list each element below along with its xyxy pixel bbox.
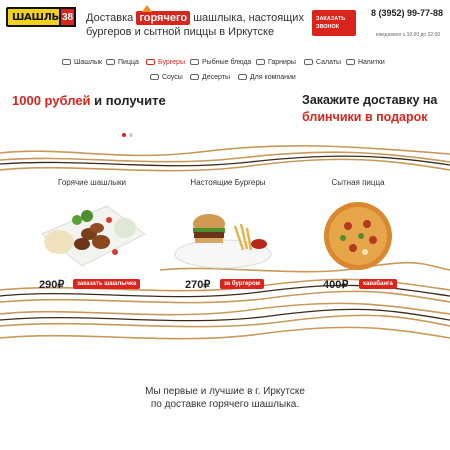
nav-item-burgers[interactable]: Бургеры: [146, 56, 185, 68]
logo[interactable]: ШАШЛЫК 38: [6, 7, 76, 27]
salad-icon: [304, 59, 313, 65]
nav-label: Рыбные блюда: [202, 58, 252, 66]
product-title: Сытная пицца: [331, 178, 385, 187]
nav-item-company[interactable]: Для компании: [238, 71, 296, 83]
nav-label: Соусы: [162, 73, 183, 81]
product-price: 290₽: [39, 279, 65, 291]
product-title: Горячие шашлыки: [58, 178, 126, 187]
banner-amount: 1000 рублей: [12, 93, 91, 108]
product-title: Настоящие Бургеры: [190, 178, 266, 187]
callback-label-2: ЗВОНОК: [316, 24, 340, 30]
group-icon: [238, 74, 247, 80]
pizza-image: [324, 202, 392, 270]
about-text: Мы первые и лучшие в г. Иркутске по дост…: [0, 385, 450, 411]
nav-label: Шашлык: [74, 58, 103, 66]
pizza-icon: [106, 59, 115, 65]
sauce-icon: [150, 74, 159, 80]
nav-label: Десерты: [202, 73, 231, 81]
fish-icon: [190, 59, 199, 65]
drink-icon: [346, 59, 355, 65]
nav-item-fish[interactable]: Рыбные блюда: [190, 56, 251, 68]
nav-item-garnish[interactable]: Гарниры: [256, 56, 296, 68]
nav-item-salads[interactable]: Салаты: [304, 56, 341, 68]
nav-label: Бургеры: [158, 58, 185, 66]
order-pizza-button[interactable]: кавабанга: [359, 279, 397, 289]
skewer-icon: [62, 59, 71, 65]
product-card-pizza: Сытная пицца 400₽ кавабанга: [293, 178, 423, 296]
phone-number[interactable]: 8 (3952) 99-77-88: [370, 7, 444, 19]
nav-label: Напитки: [358, 58, 385, 66]
carousel-dots: [122, 133, 133, 137]
banner-left-rest: и получите: [94, 93, 166, 108]
dessert-icon: [190, 74, 199, 80]
product-price: 270₽: [185, 279, 211, 291]
header: ШАШЛЫК 38 Доставка горячего шашлыка, нас…: [0, 0, 450, 50]
carousel-dot-active[interactable]: [122, 133, 126, 137]
nav-label: Для компании: [250, 73, 296, 81]
tagline: Доставка горячего шашлыка, настоящих бур…: [86, 5, 316, 39]
callback-label-1: ЗАКАЗАТЬ: [316, 16, 346, 22]
callback-button[interactable]: ЗАКАЗАТЬ ЗВОНОК: [312, 10, 356, 36]
working-hours: ежедневно с 10:00 до 22:00: [375, 32, 441, 38]
product-price: 400₽: [323, 279, 349, 291]
banner-left-text: 1000 рублей и получите: [12, 93, 166, 108]
banner-right-line2: блинчики в подарок: [302, 110, 428, 124]
order-shashlik-button[interactable]: заказать шашлычка: [73, 279, 141, 289]
nav-item-drinks[interactable]: Напитки: [346, 56, 385, 68]
banner-right-line1: Закажите доставку на: [302, 93, 438, 107]
nav-item-pizza[interactable]: Пицца: [106, 56, 139, 68]
tagline-hot-badge: горячего: [136, 5, 191, 25]
category-nav: Шашлык Пицца Бургеры Рыбные блюда Гарнир…: [0, 54, 450, 84]
nav-item-desserts[interactable]: Десерты: [190, 71, 230, 83]
nav-label: Салаты: [316, 58, 342, 66]
shashlik-image: [41, 205, 146, 267]
burger-icon: [146, 59, 155, 65]
carousel-dot[interactable]: [129, 133, 133, 137]
about-line-2: по доставке горячего шашлыка.: [150, 399, 300, 410]
product-card-shashlik: Горячие шашлыки 290₽ заказать шашлычка: [27, 178, 157, 296]
nav-item-sauces[interactable]: Соусы: [150, 71, 183, 83]
nav-item-shashlik[interactable]: Шашлык: [62, 56, 102, 68]
burger-image: [174, 214, 272, 269]
nav-label: Пицца: [118, 58, 139, 66]
promo-banner[interactable]: 1000 рублей и получите Закажите доставку…: [0, 88, 450, 140]
logo-number: 38: [59, 7, 76, 27]
tagline-start: Доставка: [86, 12, 134, 24]
order-burger-button[interactable]: за бургером: [220, 279, 264, 289]
garnish-icon: [256, 59, 265, 65]
product-card-burgers: Настоящие Бургеры 270₽ за бургером: [163, 178, 293, 296]
nav-label: Гарниры: [268, 58, 296, 66]
about-line-1: Мы первые и лучшие в г. Иркутске: [145, 386, 305, 397]
